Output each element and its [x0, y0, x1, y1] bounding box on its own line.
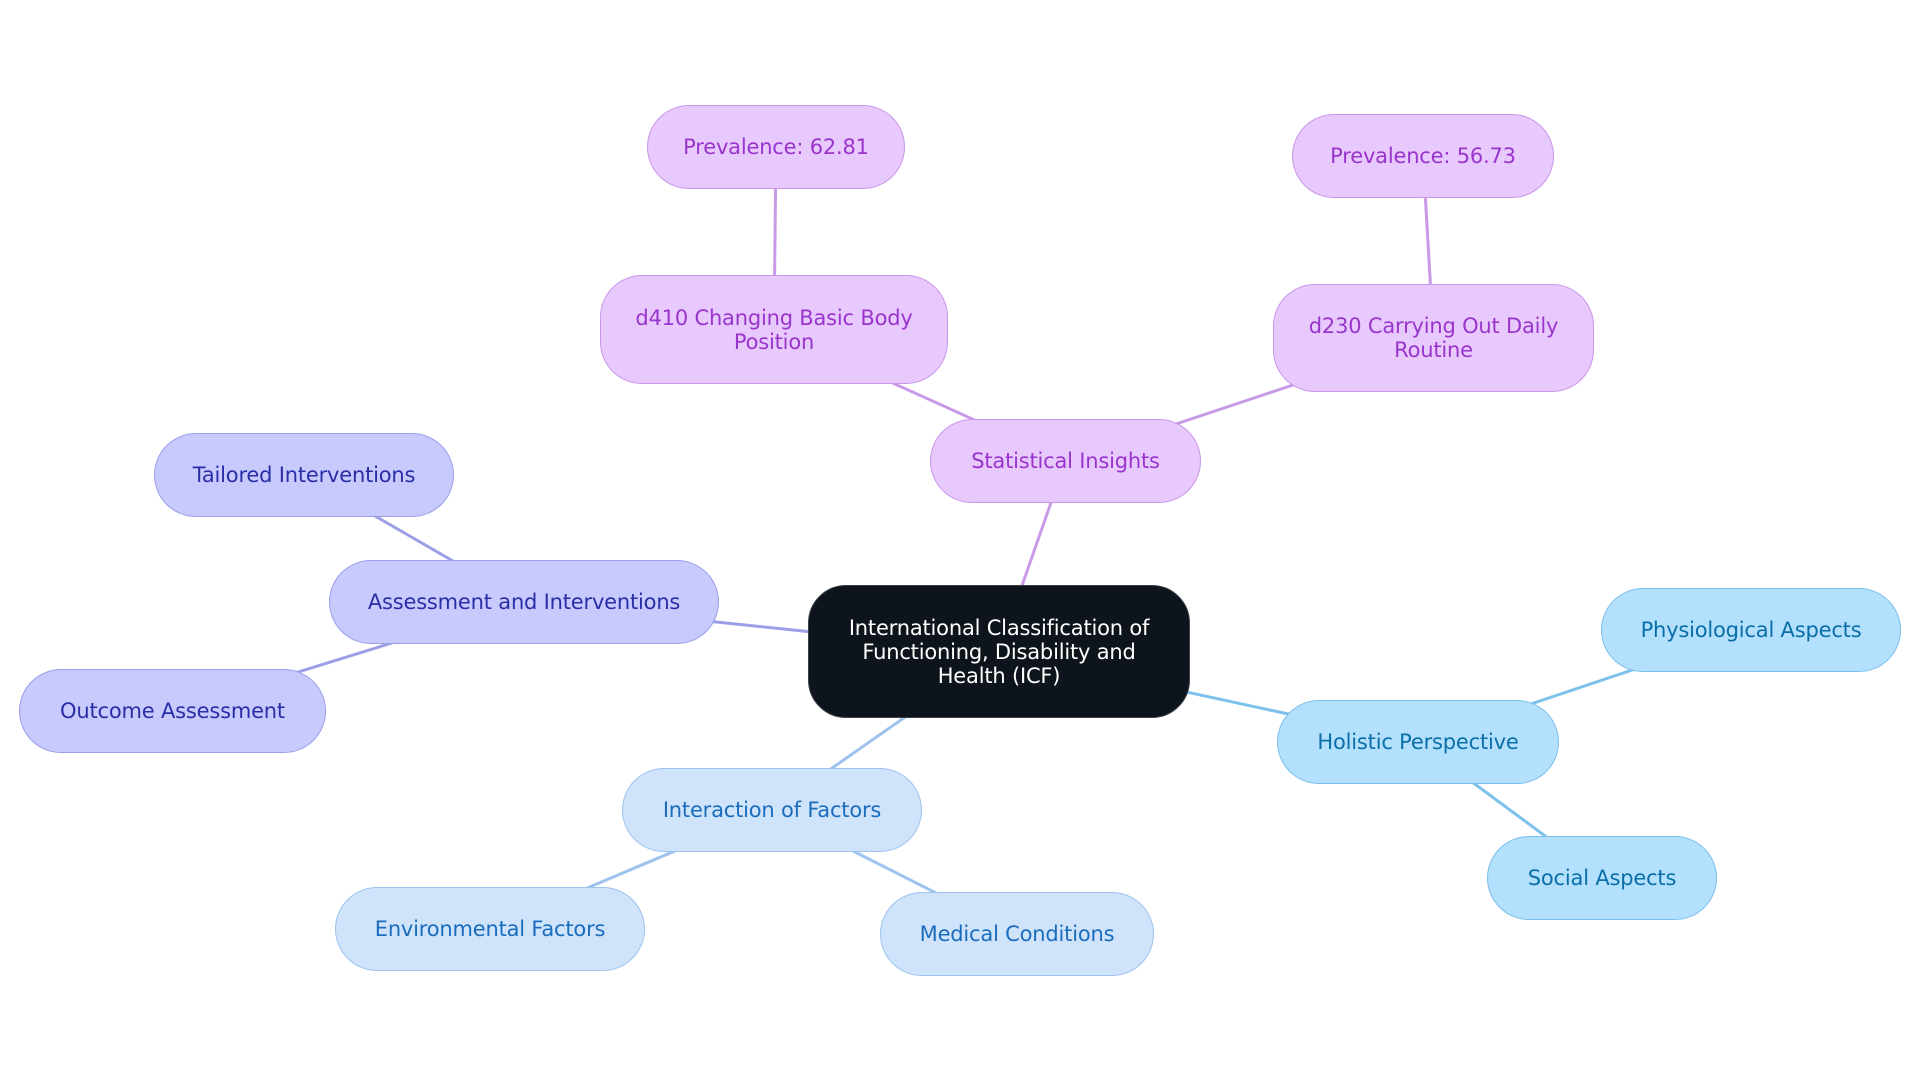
node-label: Environmental Factors	[374, 917, 606, 941]
node-label: Statistical Insights	[971, 449, 1160, 473]
node-prevalence-62-81[interactable]: Prevalence: 62.81	[647, 105, 905, 189]
node-holistic-perspective[interactable]: Holistic Perspective	[1277, 700, 1559, 784]
node-medical-conditions[interactable]: Medical Conditions	[880, 892, 1154, 976]
root-node-icf[interactable]: International Classification of Function…	[808, 585, 1190, 718]
node-label: Medical Conditions	[919, 922, 1115, 946]
node-label: Tailored Interventions	[192, 463, 416, 487]
root-node-label: International Classification of Function…	[848, 615, 1150, 688]
node-label: Prevalence: 62.81	[683, 135, 869, 159]
node-label: Holistic Perspective	[1317, 730, 1519, 754]
node-outcome-assessment[interactable]: Outcome Assessment	[19, 669, 326, 753]
node-label: d410 Changing Basic Body Position	[635, 305, 913, 354]
node-label: Assessment and Interventions	[367, 590, 681, 614]
node-label: Outcome Assessment	[60, 699, 285, 723]
node-statistical-insights[interactable]: Statistical Insights	[930, 419, 1201, 503]
mindmap-canvas: International Classification of Function…	[0, 0, 1920, 1083]
node-label: Social Aspects	[1527, 866, 1677, 890]
node-assessment-and-interventions[interactable]: Assessment and Interventions	[329, 560, 719, 644]
node-label: d230 Carrying Out Daily Routine	[1308, 314, 1559, 362]
node-label: Prevalence: 56.73	[1330, 144, 1516, 168]
node-interaction-of-factors[interactable]: Interaction of Factors	[622, 768, 922, 852]
node-environmental-factors[interactable]: Environmental Factors	[335, 887, 645, 971]
node-label: Physiological Aspects	[1640, 618, 1862, 642]
node-d410-changing-basic-body-position[interactable]: d410 Changing Basic Body Position	[600, 275, 948, 384]
node-physiological-aspects[interactable]: Physiological Aspects	[1601, 588, 1901, 672]
node-tailored-interventions[interactable]: Tailored Interventions	[154, 433, 454, 517]
node-social-aspects[interactable]: Social Aspects	[1487, 836, 1717, 920]
node-d230-carrying-out-daily-routine[interactable]: d230 Carrying Out Daily Routine	[1273, 284, 1594, 392]
node-prevalence-56-73[interactable]: Prevalence: 56.73	[1292, 114, 1554, 198]
node-label: Interaction of Factors	[662, 798, 882, 822]
